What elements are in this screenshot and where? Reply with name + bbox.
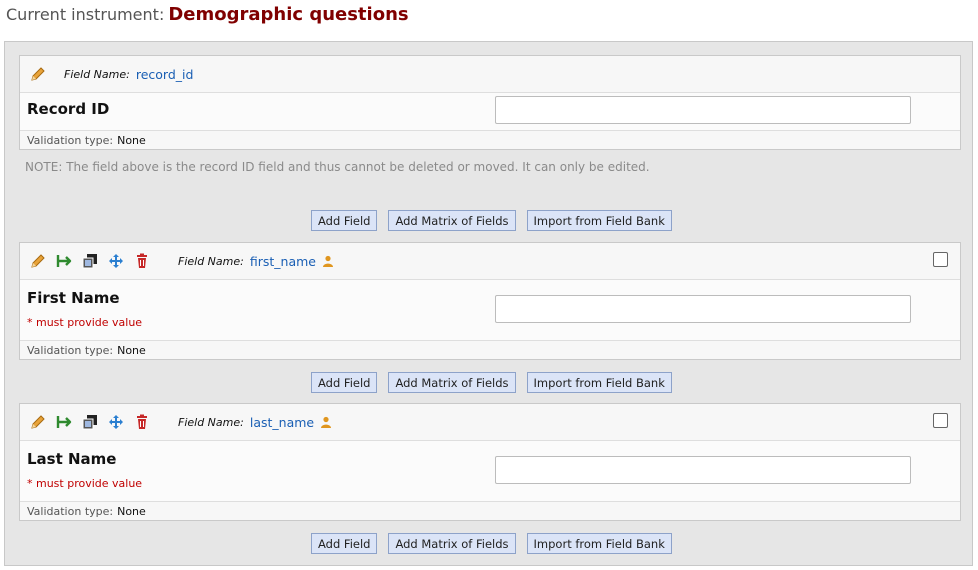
add-field-buttons: Add Field Add Matrix of Fields Import fr… xyxy=(311,210,672,231)
field-select-checkbox[interactable] xyxy=(933,413,948,428)
add-matrix-button[interactable]: Add Matrix of Fields xyxy=(388,210,516,231)
record-id-input[interactable] xyxy=(495,96,911,124)
validation-bar: Validation type: None xyxy=(20,130,960,149)
field-toolbar: Field Name: record_id xyxy=(20,56,960,93)
field-body: Last Name * must provide value xyxy=(20,441,960,501)
required-note: * must provide value xyxy=(27,316,143,329)
add-field-button[interactable]: Add Field xyxy=(311,372,378,393)
field-body: First Name * must provide value xyxy=(20,280,960,340)
person-icon xyxy=(322,255,334,267)
field-name-value: last_name xyxy=(249,414,315,430)
branching-logic-icon[interactable] xyxy=(54,251,74,271)
field-name-label: Field Name: xyxy=(178,415,244,429)
move-icon[interactable] xyxy=(106,412,126,432)
field-name-label: Field Name: xyxy=(64,67,130,81)
import-field-bank-button[interactable]: Import from Field Bank xyxy=(526,210,672,231)
field-name-value: first_name xyxy=(249,253,316,269)
field-toolbar: Field Name: first_name xyxy=(20,243,960,280)
first-name-input[interactable] xyxy=(495,295,911,323)
field-record-id: Field Name: record_id Record ID Validati… xyxy=(19,55,961,150)
pencil-icon[interactable] xyxy=(28,64,48,84)
move-icon[interactable] xyxy=(106,251,126,271)
last-name-input[interactable] xyxy=(495,456,911,484)
pencil-icon[interactable] xyxy=(28,412,48,432)
field-first-name: Field Name: first_name First Name * must… xyxy=(19,242,961,360)
import-field-bank-button[interactable]: Import from Field Bank xyxy=(526,372,672,393)
field-toolbar: Field Name: last_name xyxy=(20,404,960,441)
designer-workspace: Field Name: record_id Record ID Validati… xyxy=(4,41,973,566)
add-matrix-button[interactable]: Add Matrix of Fields xyxy=(388,533,516,554)
pencil-icon[interactable] xyxy=(28,251,48,271)
trash-icon[interactable] xyxy=(132,412,152,432)
current-instrument-label: Current instrument: xyxy=(6,5,165,24)
field-last-name: Field Name: last_name Last Name * must p… xyxy=(19,403,961,521)
add-field-button[interactable]: Add Field xyxy=(311,210,378,231)
validation-bar: Validation type: None xyxy=(20,340,960,359)
validation-bar: Validation type: None xyxy=(20,501,960,520)
validation-value: None xyxy=(117,504,146,518)
field-select-checkbox[interactable] xyxy=(933,252,948,267)
required-note: * must provide value xyxy=(27,477,143,490)
validation-value: None xyxy=(117,133,146,147)
add-field-buttons: Add Field Add Matrix of Fields Import fr… xyxy=(311,533,672,554)
copy-icon[interactable] xyxy=(80,251,100,271)
trash-icon[interactable] xyxy=(132,251,152,271)
branching-logic-icon[interactable] xyxy=(54,412,74,432)
field-label: Last Name xyxy=(27,450,117,468)
import-field-bank-button[interactable]: Import from Field Bank xyxy=(526,533,672,554)
add-field-buttons: Add Field Add Matrix of Fields Import fr… xyxy=(311,372,672,393)
person-icon xyxy=(320,416,332,428)
validation-label: Validation type: xyxy=(27,343,114,357)
field-name-label: Field Name: xyxy=(178,254,244,268)
validation-label: Validation type: xyxy=(27,504,114,518)
validation-label: Validation type: xyxy=(27,133,114,147)
add-field-button[interactable]: Add Field xyxy=(311,533,378,554)
validation-value: None xyxy=(117,343,146,357)
record-id-note: NOTE: The field above is the record ID f… xyxy=(25,160,650,174)
field-body: Record ID xyxy=(20,93,960,130)
copy-icon[interactable] xyxy=(80,412,100,432)
instrument-title: Demographic questions xyxy=(168,4,409,25)
field-name-value: record_id xyxy=(135,66,194,82)
field-label: First Name xyxy=(27,289,120,307)
field-label: Record ID xyxy=(27,100,110,118)
add-matrix-button[interactable]: Add Matrix of Fields xyxy=(388,372,516,393)
instrument-header: Current instrument: Demographic question… xyxy=(6,4,409,28)
